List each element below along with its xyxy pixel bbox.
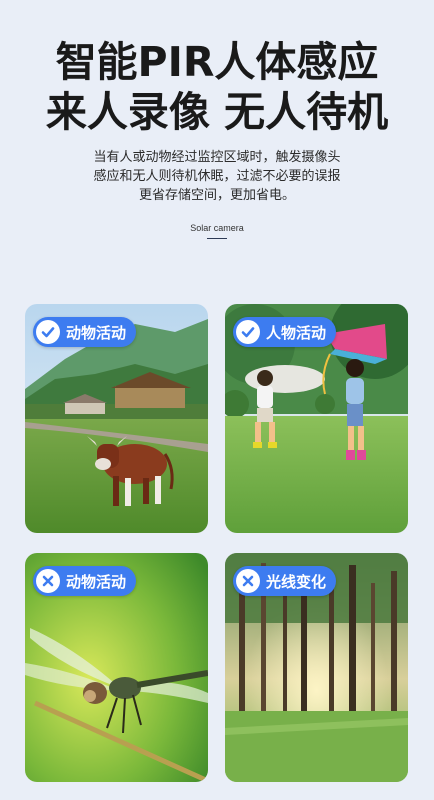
cross-icon <box>236 569 260 593</box>
card-animal-cow: 动物活动 <box>25 304 208 533</box>
check-icon <box>36 320 60 344</box>
description-line: 当有人或动物经过监控区域时，触发摄像头 <box>93 150 341 165</box>
detection-badge: 人物活动 <box>233 317 337 347</box>
badge-label: 人物活动 <box>266 323 327 342</box>
badge-label: 动物活动 <box>66 323 127 342</box>
card-animal-dragonfly: 动物活动 <box>25 553 208 782</box>
description-line: 更省存储空间，更加省电。 <box>138 188 295 203</box>
headline-line-1: 智能PIR人体感应 <box>55 38 379 86</box>
detection-badge: 光线变化 <box>233 566 337 596</box>
detection-badge: 动物活动 <box>33 566 137 596</box>
headline-line-2: 来人录像 无人待机 <box>45 88 389 136</box>
detection-badge: 动物活动 <box>33 317 137 347</box>
description: 当有人或动物经过监控区域时，触发摄像头 感应和无人则待机休眠，过滤不必要的误报 … <box>60 148 374 205</box>
tagline-underline <box>207 238 227 239</box>
check-icon <box>236 320 260 344</box>
description-line: 感应和无人则待机休眠，过滤不必要的误报 <box>93 169 341 184</box>
card-human-children: 人物活动 <box>225 304 408 533</box>
badge-label: 动物活动 <box>66 572 127 591</box>
cross-icon <box>36 569 60 593</box>
card-light-change: 光线变化 <box>225 553 408 782</box>
tagline: Solar camera <box>190 223 244 233</box>
badge-label: 光线变化 <box>266 572 327 591</box>
